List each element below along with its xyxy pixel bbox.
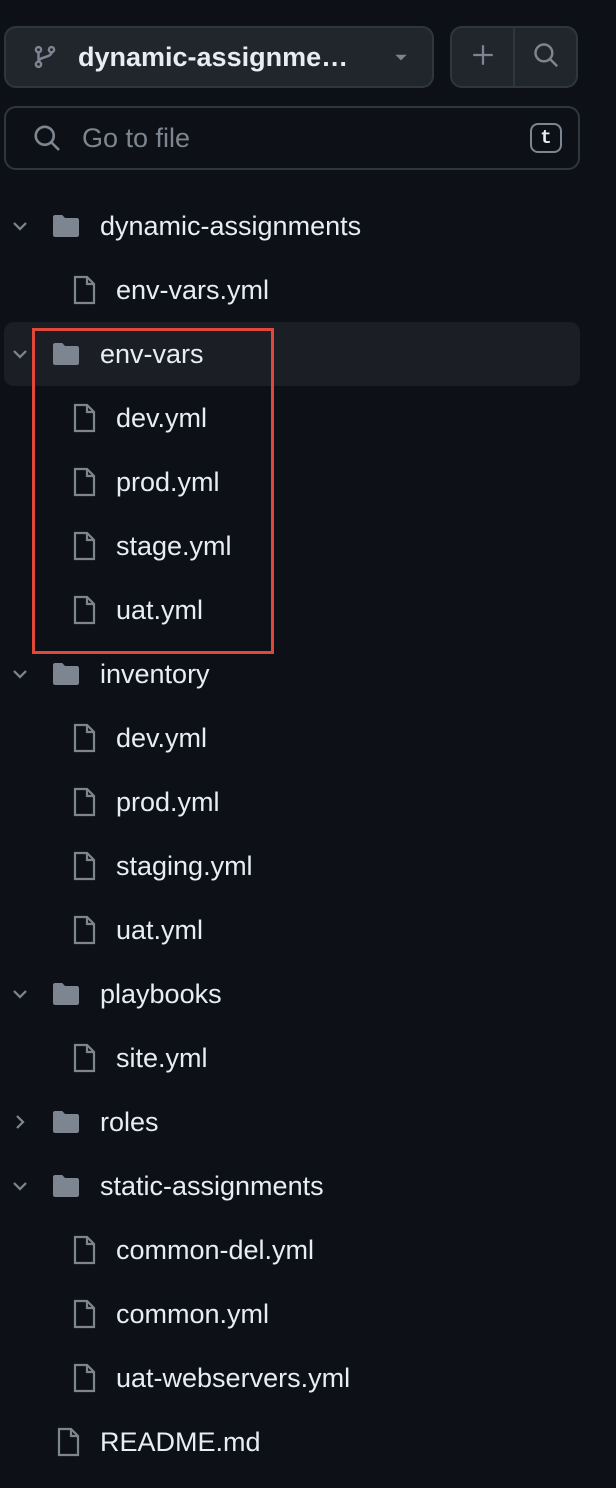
go-to-file-search[interactable]: t bbox=[4, 106, 580, 170]
chevron-down-icon[interactable] bbox=[8, 662, 32, 686]
tree-file-row[interactable]: staging.yml bbox=[0, 834, 616, 898]
tree-folder-row[interactable]: inventory bbox=[0, 642, 616, 706]
tree-item-label: site.yml bbox=[116, 1042, 208, 1073]
tree-folder-row[interactable]: playbooks bbox=[0, 962, 616, 1026]
folder-icon bbox=[50, 338, 82, 370]
tree-file-row[interactable]: README.md bbox=[0, 1410, 616, 1474]
file-icon bbox=[68, 722, 100, 754]
file-icon bbox=[68, 1298, 100, 1330]
folder-icon bbox=[50, 658, 82, 690]
folder-icon bbox=[50, 978, 82, 1010]
tree-item-label: common.yml bbox=[116, 1298, 270, 1329]
file-tree: dynamic-assignments env-vars.yml env-vars d… bbox=[0, 194, 616, 1474]
chevron-right-icon[interactable] bbox=[8, 1110, 32, 1134]
tree-file-row[interactable]: stage.yml bbox=[0, 514, 616, 578]
tree-item-label: README.md bbox=[100, 1426, 261, 1457]
file-icon bbox=[68, 786, 100, 818]
tree-item-label: playbooks bbox=[100, 978, 222, 1009]
git-branch-icon bbox=[32, 44, 58, 70]
file-icon bbox=[68, 466, 100, 498]
tree-file-row[interactable]: common-del.yml bbox=[0, 1218, 616, 1282]
tree-file-row[interactable]: uat.yml bbox=[0, 578, 616, 642]
branch-name: dynamic-assignme… bbox=[78, 41, 349, 72]
tree-item-label: static-assignments bbox=[100, 1170, 324, 1201]
go-to-file-input[interactable] bbox=[80, 121, 530, 155]
file-icon bbox=[68, 914, 100, 946]
tree-item-label: inventory bbox=[100, 658, 210, 689]
tree-item-label: stage.yml bbox=[116, 530, 232, 561]
tree-folder-row[interactable]: dynamic-assignments bbox=[0, 194, 616, 258]
header-button-group bbox=[450, 26, 578, 88]
tree-file-row[interactable]: uat-webservers.yml bbox=[0, 1346, 616, 1410]
tree-file-row[interactable]: prod.yml bbox=[0, 770, 616, 834]
tree-file-row[interactable]: uat.yml bbox=[0, 898, 616, 962]
tree-item-label: env-vars.yml bbox=[116, 274, 270, 305]
search-icon bbox=[32, 123, 62, 153]
chevron-down-icon[interactable] bbox=[8, 214, 32, 238]
file-icon bbox=[68, 402, 100, 434]
keyboard-shortcut-hint: t bbox=[530, 123, 562, 153]
tree-file-row[interactable]: env-vars.yml bbox=[0, 258, 616, 322]
file-tree-panel: dynamic-assignme… t dynamic-assignmen bbox=[0, 0, 616, 1488]
search-code-button[interactable] bbox=[513, 28, 576, 86]
branch-selector-button[interactable]: dynamic-assignme… bbox=[4, 26, 434, 88]
tree-file-row[interactable]: site.yml bbox=[0, 1026, 616, 1090]
folder-icon bbox=[50, 1170, 82, 1202]
tree-item-label: roles bbox=[100, 1106, 159, 1137]
file-icon bbox=[68, 530, 100, 562]
tree-item-label: prod.yml bbox=[116, 786, 220, 817]
caret-down-icon bbox=[392, 48, 410, 66]
tree-item-label: uat-webservers.yml bbox=[116, 1362, 351, 1393]
tree-item-label: env-vars bbox=[100, 338, 204, 369]
file-icon bbox=[68, 274, 100, 306]
folder-icon bbox=[50, 1106, 82, 1138]
file-icon bbox=[68, 1042, 100, 1074]
tree-item-label: dynamic-assignments bbox=[100, 210, 362, 241]
chevron-down-icon[interactable] bbox=[8, 1174, 32, 1198]
tree-folder-row[interactable]: roles bbox=[0, 1090, 616, 1154]
tree-item-label: uat.yml bbox=[116, 594, 204, 625]
tree-item-label: uat.yml bbox=[116, 914, 204, 945]
tree-item-label: dev.yml bbox=[116, 402, 208, 433]
file-icon bbox=[68, 594, 100, 626]
chevron-down-icon[interactable] bbox=[8, 342, 32, 366]
add-file-button[interactable] bbox=[452, 28, 513, 86]
file-icon bbox=[68, 1362, 100, 1394]
file-icon bbox=[52, 1426, 84, 1458]
search-icon bbox=[532, 41, 560, 74]
file-icon bbox=[68, 1234, 100, 1266]
chevron-down-icon[interactable] bbox=[8, 982, 32, 1006]
folder-icon bbox=[50, 210, 82, 242]
file-icon bbox=[68, 850, 100, 882]
tree-item-label: staging.yml bbox=[116, 850, 253, 881]
tree-file-row[interactable]: common.yml bbox=[0, 1282, 616, 1346]
tree-header: dynamic-assignme… bbox=[4, 26, 580, 90]
tree-item-label: common-del.yml bbox=[116, 1234, 315, 1265]
tree-item-label: dev.yml bbox=[116, 722, 208, 753]
tree-file-row[interactable]: prod.yml bbox=[0, 450, 616, 514]
tree-folder-row[interactable]: static-assignments bbox=[0, 1154, 616, 1218]
tree-file-row[interactable]: dev.yml bbox=[0, 386, 616, 450]
plus-icon bbox=[470, 42, 496, 73]
tree-folder-row[interactable]: env-vars bbox=[0, 322, 616, 386]
tree-item-label: prod.yml bbox=[116, 466, 220, 497]
tree-file-row[interactable]: dev.yml bbox=[0, 706, 616, 770]
